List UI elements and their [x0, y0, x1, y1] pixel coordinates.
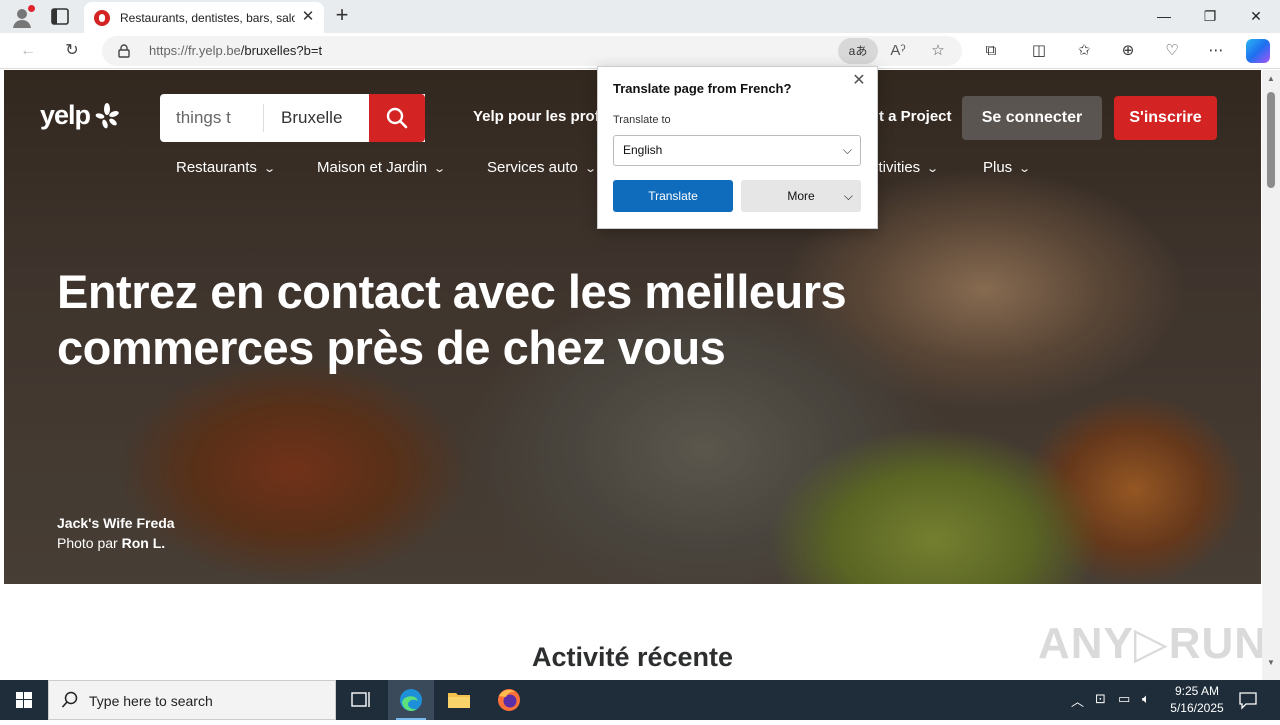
search-find-input[interactable]: things t [160, 104, 264, 132]
address-bar[interactable]: https://fr.yelp.be/bruxelles?b=t aあ A͏ˀ … [102, 36, 962, 66]
category-label: ctivities [871, 159, 921, 176]
address-bar-row: ← ↻ https://fr.yelp.be/bruxelles?b=t aあ … [0, 33, 1280, 69]
chevron-down-icon: ⌄ [433, 163, 447, 175]
hero-headline: Entrez en contact avec les meilleurs com… [57, 264, 1057, 376]
yelp-burst-icon [93, 102, 121, 130]
category-label: Restaurants [176, 159, 257, 176]
firefox-icon[interactable] [486, 680, 532, 720]
translate-popup: Translate page from French? ✕ Translate … [597, 66, 878, 229]
refresh-icon[interactable]: ↻ [61, 41, 83, 61]
search-icon [61, 691, 79, 709]
tab-title: Restaurants, dentistes, bars, salon [120, 10, 295, 25]
read-aloud-icon[interactable]: A͏ˀ [888, 41, 908, 61]
windows-start-icon[interactable] [0, 680, 48, 720]
yelp-logo[interactable]: yelp [40, 100, 121, 131]
close-window-icon[interactable]: ✕ [1245, 6, 1267, 26]
favorite-icon[interactable]: ☆ [928, 41, 948, 61]
taskbar-search[interactable]: Type here to search [48, 680, 336, 720]
nav-yelp-business[interactable]: Yelp pour les prof [473, 108, 600, 125]
volume-icon[interactable]: 🔈︎ [1142, 691, 1150, 707]
browser-tab-bar: Restaurants, dentistes, bars, salon ✕ + … [0, 0, 1280, 33]
chevron-down-icon: ⌄ [584, 163, 597, 175]
category-label: Services auto [487, 159, 578, 176]
chevron-down-icon: ⌵ [843, 189, 853, 203]
file-explorer-icon[interactable] [436, 680, 482, 720]
credit-author-link[interactable]: Ron L. [122, 535, 166, 551]
close-icon[interactable]: ✕ [300, 9, 316, 25]
restore-icon[interactable]: ❐ [1199, 6, 1221, 26]
selected-language: English [623, 143, 663, 157]
translate-title: Translate page from French? [613, 81, 792, 96]
anyrun-watermark: ANY▷RUN [1038, 619, 1268, 668]
credit-prefix: Photo par [57, 535, 122, 551]
clock-date: 5/16/2025 [1170, 701, 1224, 715]
back-icon[interactable]: ← [17, 41, 39, 61]
edge-icon[interactable] [388, 680, 434, 720]
search-button[interactable] [369, 94, 425, 142]
network-icon[interactable]: ▭ [1118, 691, 1130, 707]
scroll-down-icon[interactable]: ▼ [1266, 658, 1276, 668]
search-icon [386, 107, 408, 129]
chevron-down-icon: ⌄ [926, 163, 940, 175]
more-icon[interactable]: ⋯ [1205, 41, 1227, 61]
translate-icon[interactable]: aあ [838, 38, 878, 64]
task-view-icon[interactable] [337, 680, 383, 720]
nav-start-project[interactable]: t a Project [879, 108, 952, 125]
profile-icon[interactable] [10, 5, 35, 29]
signup-button[interactable]: S'inscrire [1114, 96, 1217, 140]
language-select[interactable]: English ⌵ [613, 135, 861, 166]
copilot-icon[interactable] [1246, 39, 1270, 63]
headline-line-1: Entrez en contact avec les meilleurs [57, 265, 847, 318]
url-path: /bruxelles?b=t [240, 43, 323, 58]
tab-yelp[interactable]: Restaurants, dentistes, bars, salon ✕ [84, 2, 324, 33]
search-location-input[interactable]: Bruxelle [264, 104, 369, 132]
more-button-label: More [787, 189, 815, 203]
collections-icon[interactable]: ⊕ [1117, 41, 1139, 61]
login-button[interactable]: Se connecter [962, 96, 1102, 140]
chevron-down-icon: ⌵ [842, 143, 852, 157]
performance-icon[interactable]: ♡ [1161, 41, 1183, 61]
photo-credit: Jack's Wife Freda Photo par Ron L. [57, 513, 175, 553]
scrollbar-thumb[interactable] [1267, 92, 1275, 188]
system-clock[interactable]: 9:25 AM 5/16/2025 [1162, 683, 1232, 717]
clock-time: 9:25 AM [1174, 684, 1220, 698]
chevron-down-icon: ⌄ [263, 163, 276, 175]
category-auto-services[interactable]: Services auto ⌄ [487, 159, 597, 176]
tray-overflow-icon[interactable]: ︿ [1071, 691, 1084, 710]
page-scrollbar[interactable]: ▲ ▼ [1262, 70, 1280, 680]
network-device-icon[interactable]: ⊡ [1095, 691, 1106, 707]
translate-button[interactable]: Translate [613, 180, 733, 212]
scroll-up-icon[interactable]: ▲ [1266, 74, 1276, 84]
taskbar-search-placeholder: Type here to search [89, 693, 213, 709]
category-label: Maison et Jardin [317, 159, 428, 176]
logo-text: yelp [40, 100, 91, 130]
url-text[interactable]: https://fr.yelp.be/bruxelles?b=t [149, 43, 322, 58]
chevron-down-icon: ⌄ [1018, 163, 1032, 175]
category-activities[interactable]: ctivities ⌄ [871, 159, 940, 176]
tab-actions-icon[interactable] [48, 6, 72, 28]
split-screen-icon[interactable]: ◫ [1028, 41, 1050, 61]
headline-line-2: commerces près de chez vous [57, 321, 726, 374]
more-button[interactable]: More ⌵ [741, 180, 861, 212]
taskbar: Type here to search ︿ ⊡ ▭ 🔈︎ 9:25 AM 5/1… [0, 680, 1280, 720]
notification-dot [28, 5, 35, 12]
category-home-garden[interactable]: Maison et Jardin ⌄ [317, 159, 447, 176]
url-host: https://fr.yelp.be [149, 43, 241, 58]
credit-business-link[interactable]: Jack's Wife Freda [57, 515, 175, 531]
close-icon[interactable]: ✕ [851, 73, 867, 89]
category-label: Plus [983, 159, 1013, 176]
translate-to-label: Translate to [613, 114, 671, 126]
new-tab-icon[interactable]: + [331, 4, 353, 27]
yelp-favicon-icon [94, 9, 110, 26]
lock-icon[interactable] [118, 44, 130, 58]
minimize-icon[interactable]: — [1153, 6, 1175, 26]
notification-icon[interactable] [1238, 690, 1258, 710]
favorites-icon[interactable]: ✩ [1073, 41, 1095, 61]
category-more[interactable]: Plus ⌄ [983, 159, 1032, 176]
extensions-icon[interactable]: ⧉ [980, 41, 1002, 61]
category-restaurants[interactable]: Restaurants ⌄ [176, 159, 276, 176]
